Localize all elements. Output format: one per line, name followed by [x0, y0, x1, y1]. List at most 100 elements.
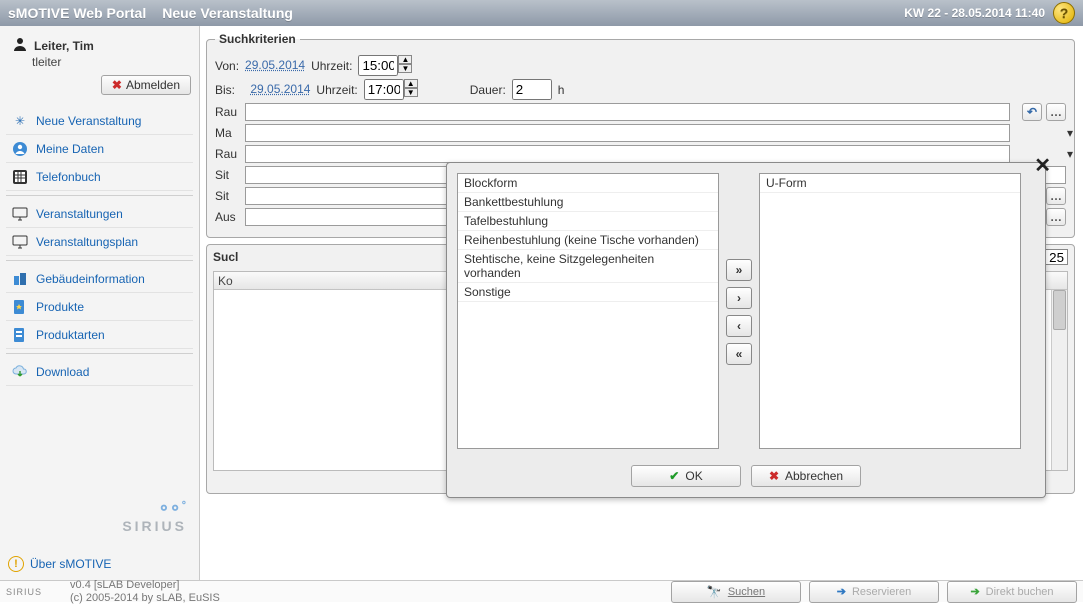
- arrow-right-icon: ➔: [837, 585, 846, 598]
- content: Suchkriterien Von: 29.05.2014 Uhrzeit: ▲…: [200, 26, 1083, 580]
- list-item[interactable]: U-Form: [760, 174, 1020, 193]
- info-icon: !: [8, 556, 24, 572]
- undo-button[interactable]: ↶: [1022, 103, 1042, 121]
- ok-button[interactable]: ✔ OK: [631, 465, 741, 487]
- criteria-legend: Suchkriterien: [215, 32, 300, 46]
- list-item[interactable]: Blockform: [458, 174, 718, 193]
- criteria-input[interactable]: [245, 124, 1010, 142]
- browse-button[interactable]: …: [1046, 103, 1066, 121]
- sidebar: Leiter, Tim tleiter ✖ Abmelden ✳ Neue Ve…: [0, 26, 200, 580]
- criteria-row-label: Sit: [215, 189, 239, 203]
- sidebar-item-download[interactable]: Download: [6, 358, 193, 386]
- search-label: Suchen: [728, 586, 765, 598]
- close-icon: ✖: [769, 469, 779, 483]
- reserve-label: Reservieren: [852, 586, 911, 598]
- available-list[interactable]: Blockform Bankettbestuhlung Tafelbestuhl…: [457, 173, 719, 449]
- sidebar-item-plan[interactable]: Veranstaltungsplan: [6, 228, 193, 256]
- logout-label: Abmelden: [126, 78, 180, 92]
- list-item[interactable]: Stehtische, keine Sitzgelegenheiten vorh…: [458, 250, 718, 283]
- binoculars-icon: 🔭: [707, 585, 722, 599]
- check-icon: ✔: [669, 469, 679, 483]
- cancel-button[interactable]: ✖ Abbrechen: [751, 465, 861, 487]
- sidebar-item-building[interactable]: Gebäudeinformation: [6, 265, 193, 293]
- from-time-label: Uhrzeit:: [311, 59, 352, 73]
- arrow-right-icon: ➔: [970, 585, 979, 598]
- list-item[interactable]: Sonstige: [458, 283, 718, 302]
- person-icon: [12, 36, 28, 55]
- about-label: Über sMOTIVE: [30, 557, 111, 571]
- move-all-right-button[interactable]: »: [726, 259, 752, 281]
- selection-modal: ✕ Blockform Bankettbestuhlung Tafelbestu…: [446, 162, 1046, 498]
- move-all-left-button[interactable]: «: [726, 343, 752, 365]
- transfer-buttons: » › ‹ «: [725, 173, 753, 449]
- selected-list[interactable]: U-Form: [759, 173, 1021, 449]
- status-bar: SIRIUS v0.4 [sLAB Developer] (c) 2005-20…: [0, 580, 1083, 602]
- ok-label: OK: [685, 469, 702, 483]
- results-scrollbar[interactable]: [1051, 290, 1067, 470]
- cancel-label: Abbrechen: [785, 469, 843, 483]
- person-circle-icon: [12, 141, 28, 157]
- criteria-row-label: Aus: [215, 210, 239, 224]
- from-time-input[interactable]: [358, 55, 398, 76]
- sparkle-icon: ✳: [12, 113, 28, 129]
- sidebar-item-products[interactable]: Produkte: [6, 293, 193, 321]
- from-date-field[interactable]: 29.05.2014: [245, 58, 305, 73]
- sidebar-item-label: Neue Veranstaltung: [36, 114, 141, 128]
- to-time-up[interactable]: ▲: [404, 79, 418, 88]
- criteria-row-label: Sit: [215, 168, 239, 182]
- user-login: tleiter: [12, 55, 187, 69]
- modal-close-button[interactable]: ✕: [1034, 153, 1051, 178]
- reserve-button[interactable]: ➔ Reservieren: [809, 581, 939, 603]
- list-item[interactable]: Tafelbestuhlung: [458, 212, 718, 231]
- sidebar-item-my-data[interactable]: Meine Daten: [6, 135, 193, 163]
- grid-icon: [12, 169, 28, 185]
- criteria-row-label: Rau: [215, 147, 239, 161]
- book-button[interactable]: ➔ Direkt buchen: [947, 581, 1077, 603]
- duration-label: Dauer:: [470, 83, 506, 97]
- sidebar-item-label: Meine Daten: [36, 142, 104, 156]
- user-name: Leiter, Tim: [34, 39, 94, 53]
- sidebar-item-label: Gebäudeinformation: [36, 272, 145, 286]
- sidebar-nav: ✳ Neue Veranstaltung Meine Daten Telefon…: [6, 107, 193, 386]
- user-block: Leiter, Tim tleiter: [6, 32, 193, 71]
- criteria-input[interactable]: [245, 103, 1010, 121]
- sidebar-item-label: Produkte: [36, 300, 84, 314]
- sidebar-item-label: Download: [36, 365, 89, 379]
- about-link[interactable]: ! Über sMOTIVE: [8, 556, 111, 572]
- criteria-input[interactable]: [245, 145, 1010, 163]
- to-time-label: Uhrzeit:: [316, 83, 357, 97]
- from-time-down[interactable]: ▼: [398, 64, 412, 73]
- results-legend: Sucl: [213, 250, 238, 264]
- file-types-icon: [12, 327, 28, 343]
- move-left-button[interactable]: ‹: [726, 315, 752, 337]
- sidebar-item-label: Telefonbuch: [36, 170, 101, 184]
- file-star-icon: [12, 299, 28, 315]
- logout-button[interactable]: ✖ Abmelden: [101, 75, 191, 95]
- results-col-header[interactable]: Ko: [218, 274, 233, 288]
- to-time-input[interactable]: [364, 79, 404, 100]
- sidebar-item-new-event[interactable]: ✳ Neue Veranstaltung: [6, 107, 193, 135]
- cloud-down-icon: [12, 364, 28, 380]
- browse-button[interactable]: …: [1046, 187, 1066, 205]
- list-item[interactable]: Bankettbestuhlung: [458, 193, 718, 212]
- page-title: Neue Veranstaltung: [162, 5, 293, 21]
- to-date-field[interactable]: 29.05.2014: [250, 82, 310, 97]
- monitor-icon: [12, 206, 28, 222]
- help-button[interactable]: ?: [1053, 2, 1075, 24]
- brand-link[interactable]: sMOTIVE Web Portal: [8, 5, 146, 21]
- move-right-button[interactable]: ›: [726, 287, 752, 309]
- sidebar-item-phonebook[interactable]: Telefonbuch: [6, 163, 193, 191]
- book-label: Direkt buchen: [986, 586, 1054, 598]
- to-time-down[interactable]: ▼: [404, 88, 418, 97]
- browse-button[interactable]: …: [1046, 208, 1066, 226]
- sirius-mini-logo: SIRIUS: [6, 587, 42, 597]
- sidebar-item-events[interactable]: Veranstaltungen: [6, 200, 193, 228]
- sirius-logo: ∘∘∘ SIRIUS: [122, 497, 187, 534]
- list-item[interactable]: Reihenbestuhlung (keine Tische vorhanden…: [458, 231, 718, 250]
- from-time-up[interactable]: ▲: [398, 55, 412, 64]
- duration-input[interactable]: [512, 79, 552, 100]
- sidebar-item-label: Veranstaltungsplan: [36, 235, 138, 249]
- search-button[interactable]: 🔭 Suchen: [671, 581, 801, 603]
- buildings-icon: [12, 271, 28, 287]
- sidebar-item-product-types[interactable]: Produktarten: [6, 321, 193, 349]
